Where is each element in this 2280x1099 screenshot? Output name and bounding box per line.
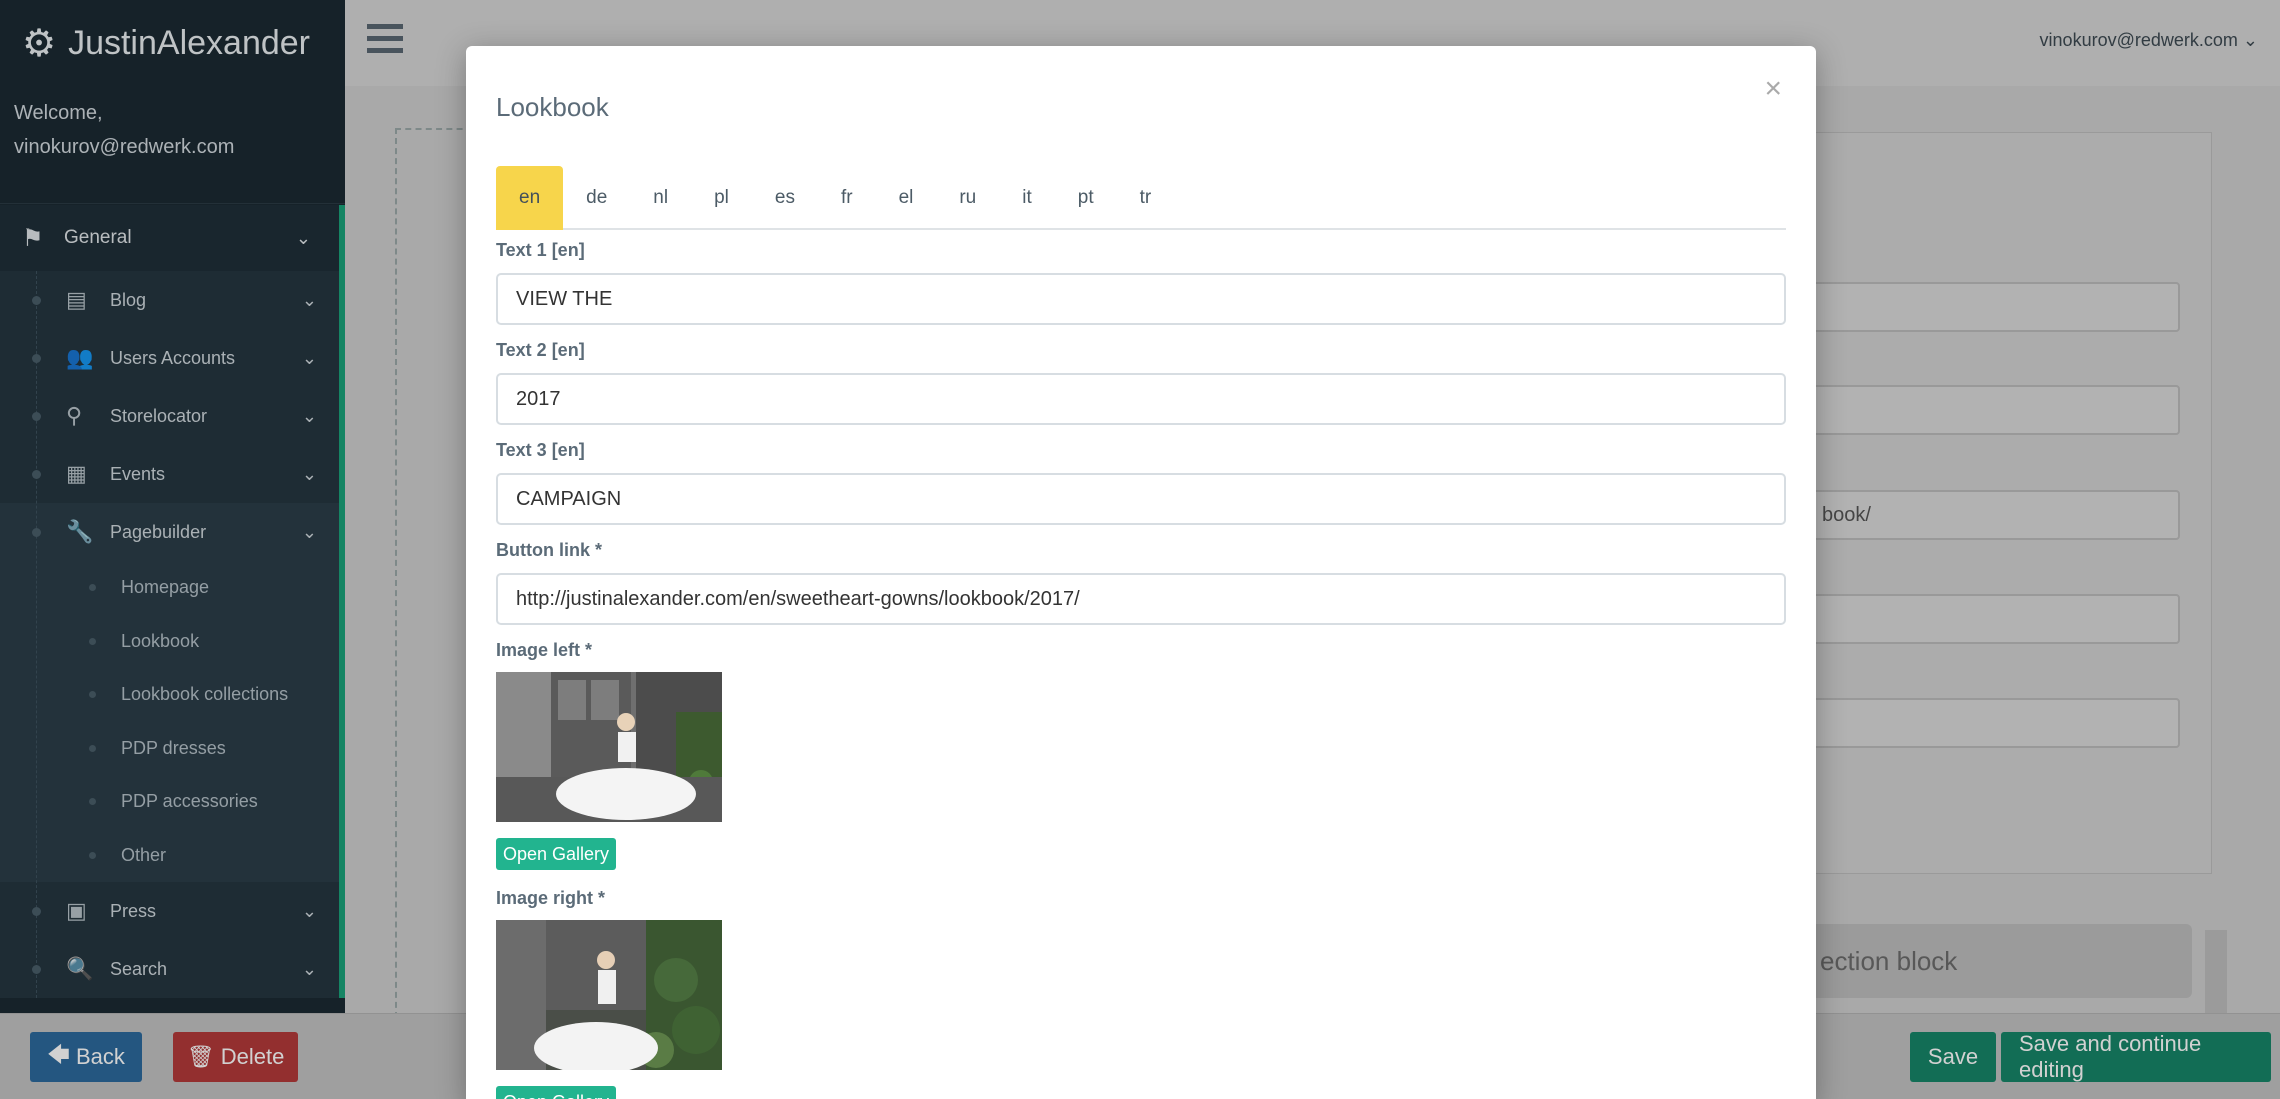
tab-en[interactable]: en bbox=[496, 166, 564, 230]
text1-value: VIEW THE bbox=[516, 287, 613, 310]
tab-pt[interactable]: pt bbox=[1055, 166, 1117, 230]
bride-sitting-image bbox=[496, 672, 722, 822]
close-icon[interactable]: × bbox=[1764, 72, 1782, 106]
image-right-label: Image right * bbox=[496, 888, 606, 908]
tab-es[interactable]: es bbox=[752, 166, 818, 230]
button-link-value: http://justinalexander.com/en/sweetheart… bbox=[516, 587, 1080, 610]
button-link-input[interactable]: http://justinalexander.com/en/sweetheart… bbox=[496, 573, 1786, 625]
language-tabs: en de nl pl es fr el ru it pt tr bbox=[496, 166, 1786, 230]
text2-value: 2017 bbox=[516, 387, 561, 410]
tab-de[interactable]: de bbox=[563, 166, 630, 230]
lookbook-modal: Lookbook × en de nl pl es fr el ru it pt… bbox=[466, 46, 1816, 1099]
open-gallery-button[interactable]: Open Gallery bbox=[496, 838, 616, 870]
text1-label: Text 1 [en] bbox=[496, 240, 585, 260]
tab-tr[interactable]: tr bbox=[1117, 166, 1175, 230]
text2-input[interactable]: 2017 bbox=[496, 373, 1786, 425]
modal-title: Lookbook bbox=[496, 92, 609, 122]
tab-el[interactable]: el bbox=[876, 166, 937, 230]
text1-input[interactable]: VIEW THE bbox=[496, 273, 1786, 325]
tab-pl[interactable]: pl bbox=[691, 166, 752, 230]
image-left-thumbnail bbox=[496, 672, 722, 822]
open-gallery-button-2[interactable]: Open Gallery bbox=[496, 1086, 616, 1099]
bride-garden-image bbox=[496, 920, 722, 1070]
text2-label: Text 2 [en] bbox=[496, 340, 585, 360]
image-left-label: Image left * bbox=[496, 640, 593, 660]
tab-nl[interactable]: nl bbox=[630, 166, 691, 230]
image-right-thumbnail bbox=[496, 920, 722, 1070]
text3-value: CAMPAIGN bbox=[516, 487, 622, 510]
text3-input[interactable]: CAMPAIGN bbox=[496, 473, 1786, 525]
tab-ru[interactable]: ru bbox=[936, 166, 999, 230]
button-link-label: Button link * bbox=[496, 540, 602, 560]
text3-label: Text 3 [en] bbox=[496, 440, 585, 460]
tab-it[interactable]: it bbox=[999, 166, 1055, 230]
tab-fr[interactable]: fr bbox=[818, 166, 876, 230]
